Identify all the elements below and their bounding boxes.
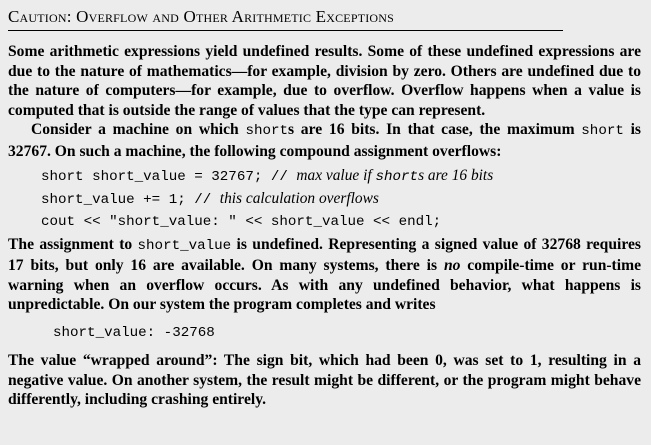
text: Consider a machine on which bbox=[31, 121, 246, 139]
code-text: short short_value = 32767; // bbox=[41, 168, 297, 185]
paragraph-wrapped-around: The value “wrapped around”: The sign bit… bbox=[8, 351, 641, 409]
code-comment: this calculation overflows bbox=[219, 189, 379, 207]
inline-code: short bbox=[245, 123, 289, 140]
caution-box: Caution: Overflow and Other Arithmetic E… bbox=[0, 0, 651, 445]
inline-code: short_value bbox=[137, 237, 232, 254]
code-block: short short_value = 32767; // max value … bbox=[41, 165, 641, 233]
program-output: short_value: -32768 bbox=[53, 324, 215, 341]
comment-text: max value if bbox=[296, 166, 376, 184]
comment-code: short bbox=[375, 168, 419, 185]
code-comment: max value if shorts are 16 bits bbox=[296, 166, 494, 185]
text: The assignment to bbox=[8, 235, 138, 253]
paragraph-undefined-assignment: The assignment to short_value is undefin… bbox=[8, 235, 641, 315]
code-line-2: short_value += 1; // this calculation ov… bbox=[41, 188, 641, 211]
emphasis: no bbox=[443, 257, 461, 275]
paragraph-short-example: Consider a machine on which shorts are 1… bbox=[8, 120, 641, 161]
code-text: short_value += 1; // bbox=[41, 191, 220, 208]
comment-text: s are 16 bits bbox=[418, 166, 494, 184]
inline-code: short bbox=[581, 123, 624, 140]
code-line-3: cout << "short_value: " << short_value <… bbox=[41, 213, 442, 230]
text: s are 16 bits. In that case, the maximum bbox=[288, 121, 582, 139]
caution-title: Caution: Overflow and Other Arithmetic E… bbox=[8, 7, 563, 31]
paragraph-overflow-intro: Some arithmetic expressions yield undefi… bbox=[8, 43, 641, 119]
code-line-1: short short_value = 32767; // max value … bbox=[41, 165, 641, 188]
